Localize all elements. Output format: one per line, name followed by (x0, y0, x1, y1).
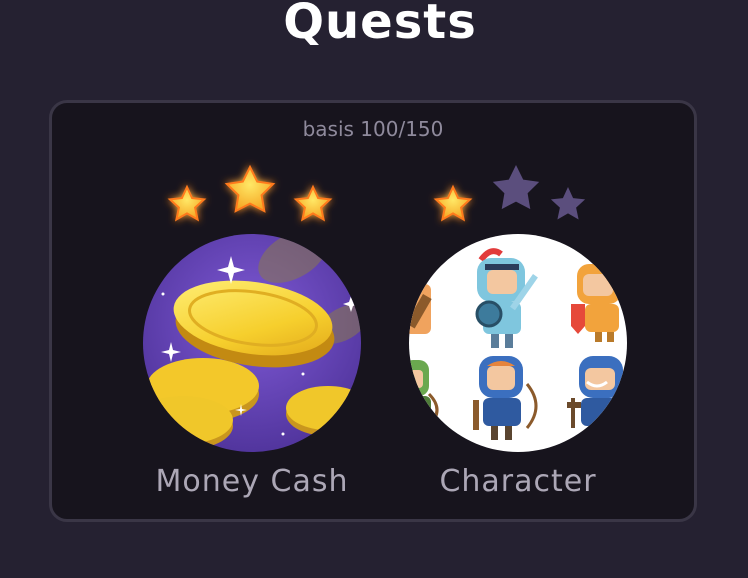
star-empty-icon (550, 187, 586, 220)
star-rating-graphic (433, 165, 586, 222)
star-rating (132, 155, 372, 235)
star-icon (167, 184, 207, 222)
progress-text: basis 100/150 (302, 117, 444, 141)
character-knights-archers-icon[interactable] (409, 234, 627, 452)
star-icon (224, 164, 276, 213)
quest-label: Money Cash (155, 464, 349, 499)
quest-label: Character (439, 464, 597, 499)
page-title: Quests (283, 0, 477, 50)
characters-illustration (409, 234, 627, 452)
star-rating (398, 155, 638, 235)
star-icon (293, 184, 333, 222)
quest-card-money-cash[interactable]: Money Cash (132, 155, 372, 505)
coins-illustration (143, 234, 361, 452)
quest-card-character[interactable]: Character (398, 155, 638, 505)
star-empty-icon (492, 165, 540, 210)
quests-panel: basis 100/150 Money Cash Character (49, 100, 697, 522)
star-rating-graphic (167, 164, 333, 222)
gold-coins-icon[interactable] (143, 234, 361, 452)
star-icon (433, 184, 473, 222)
